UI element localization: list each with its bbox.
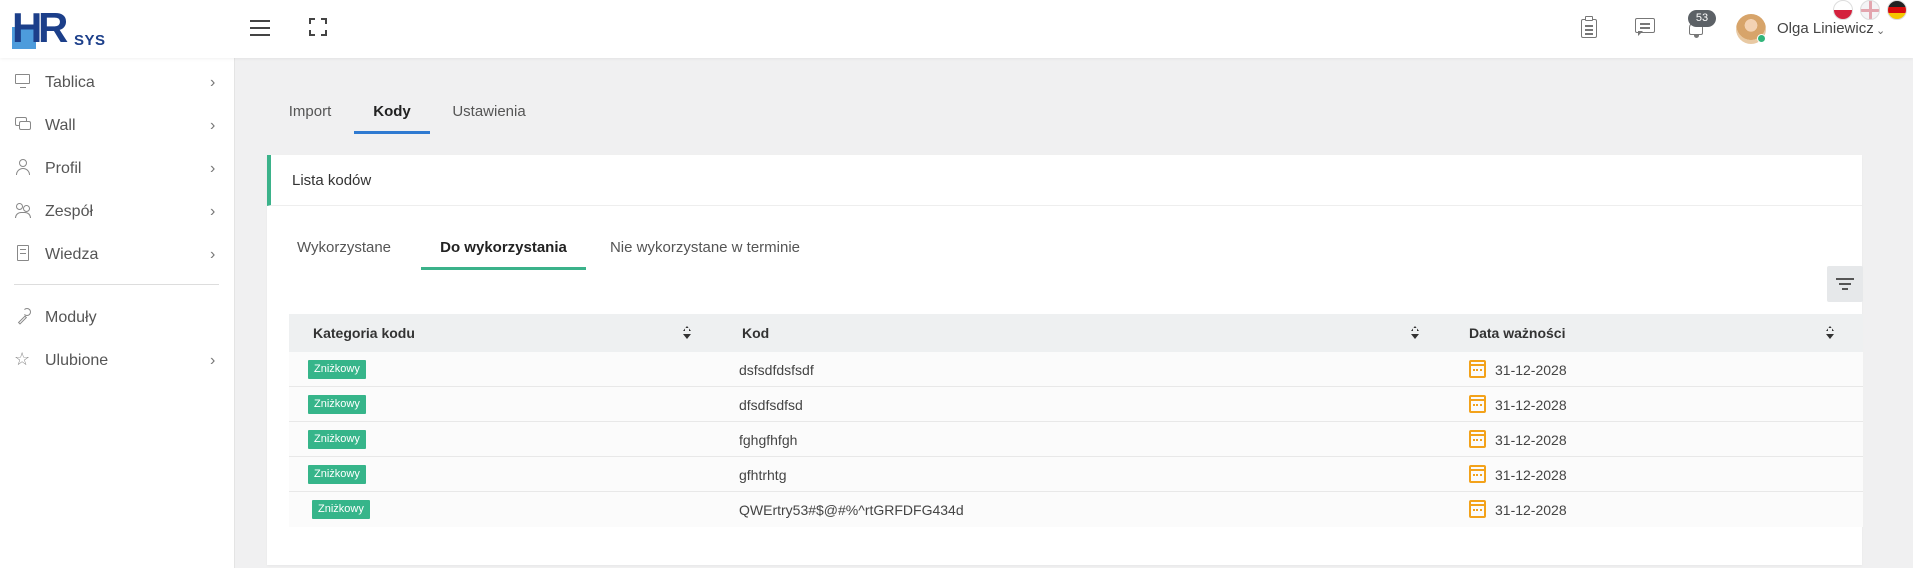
clipboard-icon[interactable] [1578,16,1600,38]
sort-icon[interactable] [1825,325,1835,341]
flag-pl-icon[interactable] [1833,0,1853,20]
table-row: Zniżkowy dfsdfsdfsd 31-12-2028 [289,387,1863,422]
tab-nie-wykorzystane-w-terminie[interactable]: Nie wykorzystane w terminie [589,227,821,270]
code-value: dfsdfsdfsd [739,397,803,413]
team-icon [14,201,32,219]
category-badge: Zniżkowy [312,500,370,519]
chevron-down-icon[interactable]: ⌄ [1876,24,1885,37]
tab-import[interactable]: Import [270,90,350,134]
column-header-data-waznosci[interactable]: Data ważności [1469,325,1565,341]
user-icon [14,158,32,176]
notification-count-badge[interactable]: 53 [1688,10,1716,27]
tab-do-wykorzystania[interactable]: Do wykorzystania [421,227,586,270]
sidebar-item-zespol[interactable]: Zespół › [0,191,235,231]
sidebar-item-wiedza[interactable]: Wiedza › [0,234,235,274]
sidebar-item-label: Moduły [45,309,97,326]
table-row: Zniżkowy fghgfhfgh 31-12-2028 [289,422,1863,457]
expiry-date: 31-12-2028 [1495,397,1567,413]
tab-wykorzystane[interactable]: Wykorzystane [289,227,399,270]
user-name[interactable]: Olga Liniewicz [1777,20,1874,37]
sidebar-item-label: Wall [45,117,76,134]
hrsys-logo[interactable]: H R SYS [12,7,112,49]
code-value: dsfsdfdsfsdf [739,362,814,378]
expiry-date: 31-12-2028 [1495,467,1567,483]
card-header: Lista kodów [267,155,1862,206]
sidebar-item-profil[interactable]: Profil › [0,148,235,188]
column-header-kategoria[interactable]: Kategoria kodu [313,325,415,341]
calendar-icon [1469,500,1486,518]
code-value: QWErtry53#$@#%^rtGRFDFG434d [739,502,964,518]
chevron-right-icon: › [210,117,216,134]
star-icon: ☆ [14,349,31,369]
code-value: fghgfhfgh [739,432,798,448]
tab-kody[interactable]: Kody [354,90,430,134]
logo-r: R [38,4,69,51]
chat-icon[interactable] [1634,16,1656,38]
flag-en-icon[interactable] [1860,0,1880,20]
logo-sys: SYS [74,32,106,49]
calendar-icon [1469,430,1486,448]
sidebar-item-tablica[interactable]: Tablica › [0,62,235,102]
table-row: Zniżkowy QWErtry53#$@#%^rtGRFDFG434d 31-… [289,492,1863,527]
sidebar: Tablica › Wall › Profil › Zespół › Wiedz… [0,58,235,568]
wrench-icon [14,307,32,325]
sidebar-item-label: Zespół [45,203,94,220]
category-badge: Zniżkowy [308,430,366,449]
code-value: gfhtrhtg [739,467,787,483]
fullscreen-icon[interactable] [309,18,327,36]
card-title: Lista kodów [292,172,372,189]
column-header-kod[interactable]: Kod [742,325,769,341]
online-status-dot [1757,34,1766,43]
chevron-right-icon: › [210,203,216,220]
expiry-date: 31-12-2028 [1495,502,1567,518]
sidebar-item-ulubione[interactable]: ☆ Ulubione › [0,340,235,380]
book-icon [14,244,32,262]
table-row: Zniżkowy dsfsdfdsfsdf 31-12-2028 [289,352,1863,387]
category-badge: Zniżkowy [308,465,366,484]
table-row: Zniżkowy gfhtrhtg 31-12-2028 [289,457,1863,492]
category-badge: Zniżkowy [308,360,366,379]
menu-toggle-icon[interactable] [250,20,270,36]
sidebar-item-wall[interactable]: Wall › [0,105,235,145]
sidebar-item-label: Tablica [45,74,95,91]
sidebar-item-label: Wiedza [45,246,99,263]
tab-ustawienia[interactable]: Ustawienia [436,90,542,134]
flag-de-icon[interactable] [1887,0,1907,20]
sort-icon[interactable] [1410,325,1420,341]
sidebar-divider [14,284,219,285]
sidebar-item-label: Ulubione [45,352,109,369]
calendar-icon [1469,465,1486,483]
sidebar-item-label: Profil [45,160,82,177]
logo-h: H [12,4,42,51]
table-header: Kategoria kodu Kod Data ważności [289,314,1863,352]
calendar-icon [1469,360,1486,378]
expiry-date: 31-12-2028 [1495,362,1567,378]
wall-icon [14,115,32,133]
expiry-date: 31-12-2028 [1495,432,1567,448]
chevron-right-icon: › [210,246,216,263]
monitor-icon [14,72,32,90]
chevron-right-icon: › [210,160,216,177]
filter-button[interactable] [1827,266,1863,302]
chevron-right-icon: › [210,74,216,91]
top-bar: H R SYS 53 Olga Liniewicz ⌄ [0,0,1913,58]
sort-icon[interactable] [682,325,692,341]
chevron-right-icon: › [210,352,216,369]
calendar-icon [1469,395,1486,413]
sidebar-item-moduly[interactable]: Moduły [0,297,235,337]
category-badge: Zniżkowy [308,395,366,414]
